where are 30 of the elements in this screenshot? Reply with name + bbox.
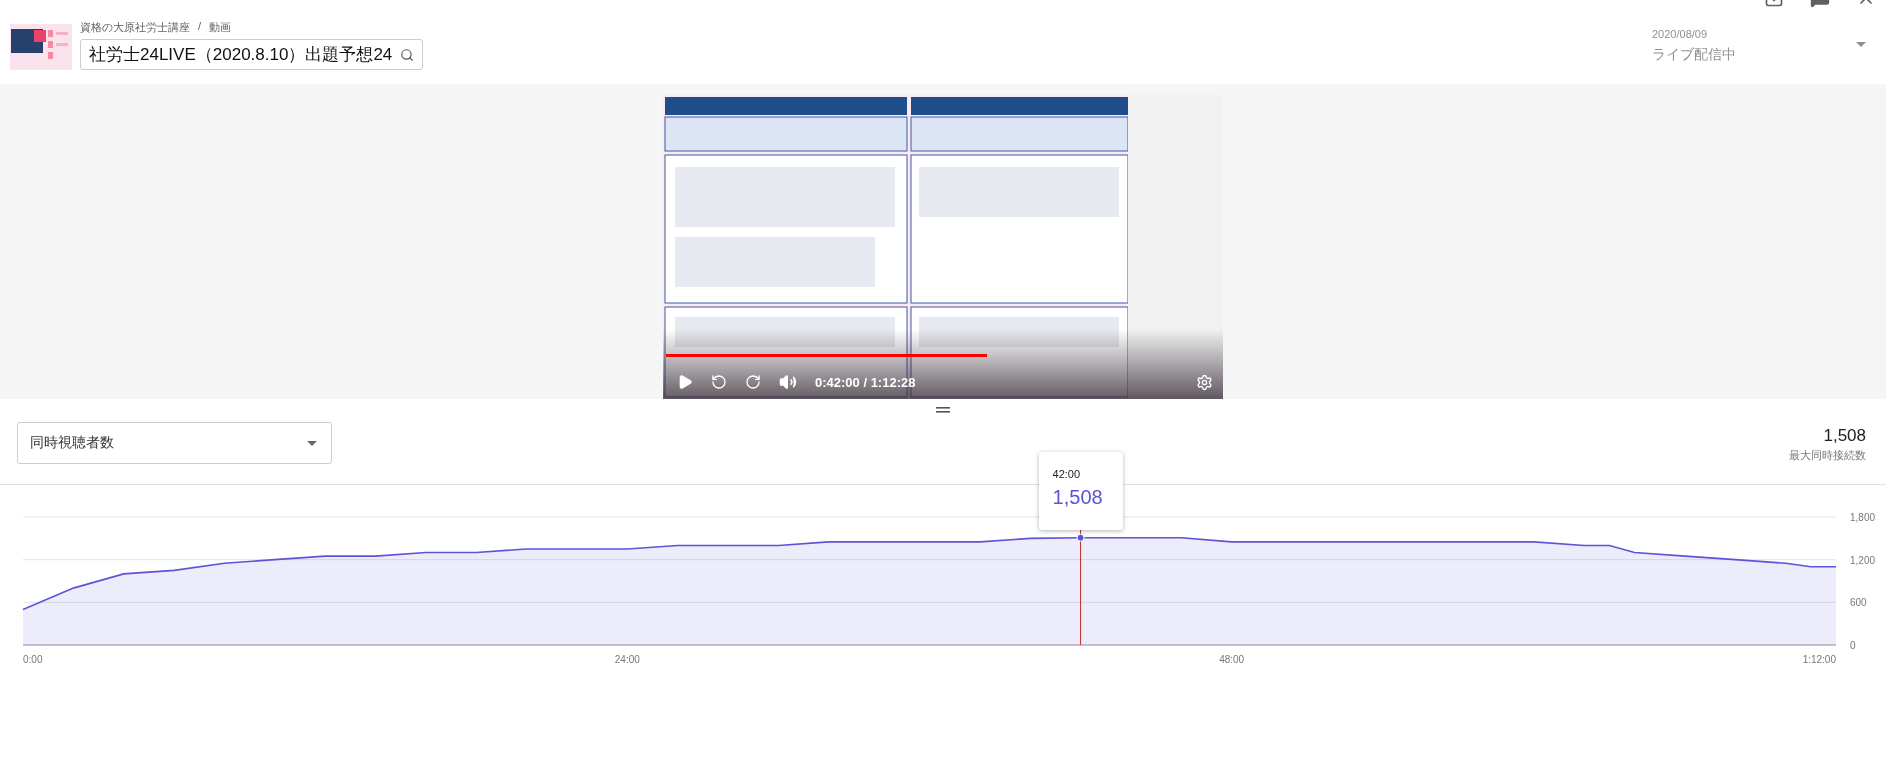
resize-handle-icon[interactable]	[936, 406, 950, 413]
date-text: 2020/08/09	[1652, 28, 1709, 40]
axis-label: 48:00	[1219, 654, 1245, 665]
axis-label: 1,800	[1850, 512, 1876, 523]
time-display: 0:42:00 / 1:12:28	[815, 374, 916, 390]
breadcrumb-separator: /	[198, 20, 202, 34]
rewind-button[interactable]	[711, 374, 727, 390]
axis-label: 0	[1850, 640, 1856, 651]
caret-icon[interactable]	[307, 440, 317, 446]
tooltip-value: 1,508	[1052, 486, 1104, 509]
search-icon[interactable]	[400, 47, 415, 62]
volume-button[interactable]	[779, 373, 797, 391]
summary-value: 1,508	[1823, 426, 1866, 446]
metric-select[interactable]: 同時視聴者数	[17, 422, 332, 464]
status-text: ライブ配信中	[1652, 46, 1736, 64]
axis-label: 24:00	[614, 654, 640, 665]
data-point	[1076, 533, 1085, 542]
tooltip-time: 42:00	[1052, 468, 1082, 480]
axis-label: 1:12:00	[1802, 654, 1836, 665]
axis-label: 0:00	[23, 654, 43, 665]
summary-label: 最大同時接続数	[1789, 448, 1866, 463]
forward-button[interactable]	[745, 374, 761, 390]
axis-label: 1,200	[1850, 554, 1876, 566]
play-button[interactable]	[677, 374, 693, 390]
axis-label: 600	[1850, 597, 1867, 609]
breadcrumb-link[interactable]: 動画	[209, 20, 232, 35]
settings-button[interactable]	[1196, 373, 1213, 391]
title-search-field[interactable]: 社労士24LIVE（2020.8.10）出題予想24	[80, 39, 424, 70]
dropdown-caret-icon[interactable]	[1856, 42, 1866, 47]
breadcrumb-link[interactable]: 資格の大原社労士講座	[80, 20, 190, 35]
